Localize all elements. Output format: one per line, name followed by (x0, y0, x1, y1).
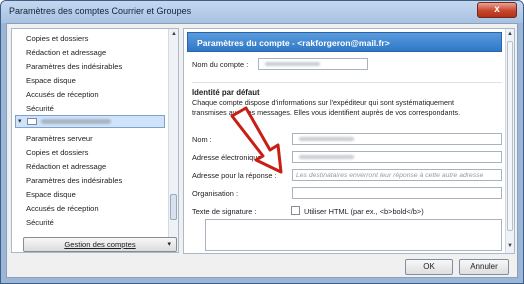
signature-textarea[interactable] (205, 219, 502, 251)
manage-accounts-button[interactable]: Gestion des comptes ▾ (23, 237, 177, 252)
tree-item-receipts[interactable]: Accusés de réception (26, 88, 99, 101)
redacted-email-value (299, 155, 354, 159)
account-tree: Copies et dossiers Rédaction et adressag… (11, 28, 179, 253)
use-html-checkbox[interactable] (291, 206, 300, 215)
manage-accounts-label: Gestion des comptes (64, 240, 136, 249)
panel-scroll-up-icon[interactable]: ▲ (507, 31, 513, 37)
account-name-field[interactable] (258, 58, 368, 70)
panel-header: Paramètres du compte - <rakforgeron@mail… (187, 32, 502, 52)
panel-header-title: Paramètres du compte - <rakforgeron@mail… (197, 38, 390, 48)
scroll-up-icon[interactable]: ▲ (171, 31, 177, 37)
tree-account-selected[interactable]: ▾ (15, 115, 165, 128)
account-name-label: Nom du compte : (192, 60, 249, 69)
tree-item-disk-space[interactable]: Espace disque (26, 74, 76, 87)
mail-account-icon (27, 118, 37, 125)
organization-field[interactable] (292, 187, 502, 199)
tree-item-copies-folders-2[interactable]: Copies et dossiers (26, 146, 88, 159)
tree-item-copies-folders[interactable]: Copies et dossiers (26, 32, 88, 45)
tree-item-composition[interactable]: Rédaction et adressage (26, 46, 106, 59)
panel-scroll-thumb[interactable] (507, 41, 513, 231)
tree-item-junk[interactable]: Paramètres des indésirables (26, 60, 122, 73)
tree-item-composition-2[interactable]: Rédaction et adressage (26, 160, 106, 173)
section-divider (192, 82, 502, 83)
tree-scroll-thumb[interactable] (170, 194, 177, 220)
panel-scroll-down-icon[interactable]: ▼ (507, 243, 513, 249)
signature-label: Texte de signature : (192, 207, 257, 216)
tree-item-server-settings[interactable]: Paramètres serveur (26, 132, 93, 145)
ok-button[interactable]: OK (405, 259, 453, 275)
redacted-account-name-value (265, 62, 320, 66)
tree-scrollbar[interactable]: ▲ ▼ (168, 29, 178, 252)
redacted-account-name (41, 119, 111, 124)
name-label: Nom : (192, 135, 212, 144)
tree-item-junk-2[interactable]: Paramètres des indésirables (26, 174, 122, 187)
dropdown-caret-icon: ▾ (167, 241, 171, 248)
close-button[interactable]: x (477, 2, 517, 18)
tree-item-receipts-2[interactable]: Accusés de réception (26, 202, 99, 215)
cancel-button[interactable]: Annuler (459, 259, 509, 275)
reply-to-field[interactable] (292, 169, 502, 181)
tree-item-security-2[interactable]: Sécurité (26, 216, 54, 229)
account-settings-panel: Paramètres du compte - <rakforgeron@mail… (183, 28, 515, 254)
panel-scrollbar[interactable]: ▲ ▼ (505, 29, 514, 253)
expand-chevron-icon[interactable]: ▾ (18, 117, 22, 125)
email-label: Adresse électronique : (192, 153, 266, 162)
tree-item-security[interactable]: Sécurité (26, 102, 54, 115)
window-title: Paramètres des comptes Courrier et Group… (9, 6, 192, 16)
email-field[interactable] (292, 151, 502, 163)
name-field[interactable] (292, 133, 502, 145)
dialog-client-area: Copies et dossiers Rédaction et adressag… (6, 23, 518, 278)
title-bar: Paramètres des comptes Courrier et Group… (1, 1, 523, 23)
tree-item-disk-space-2[interactable]: Espace disque (26, 188, 76, 201)
default-identity-title: Identité par défaut (192, 88, 260, 97)
redacted-name-value (299, 137, 354, 141)
settings-window: Paramètres des comptes Courrier et Group… (0, 0, 524, 284)
use-html-label[interactable]: Utiliser HTML (par ex., <b>bold</b>) (304, 207, 424, 216)
reply-to-label: Adresse pour la réponse : (192, 171, 277, 180)
organization-label: Organisation : (192, 189, 239, 198)
default-identity-description: Chaque compte dispose d'informations sur… (192, 98, 461, 117)
